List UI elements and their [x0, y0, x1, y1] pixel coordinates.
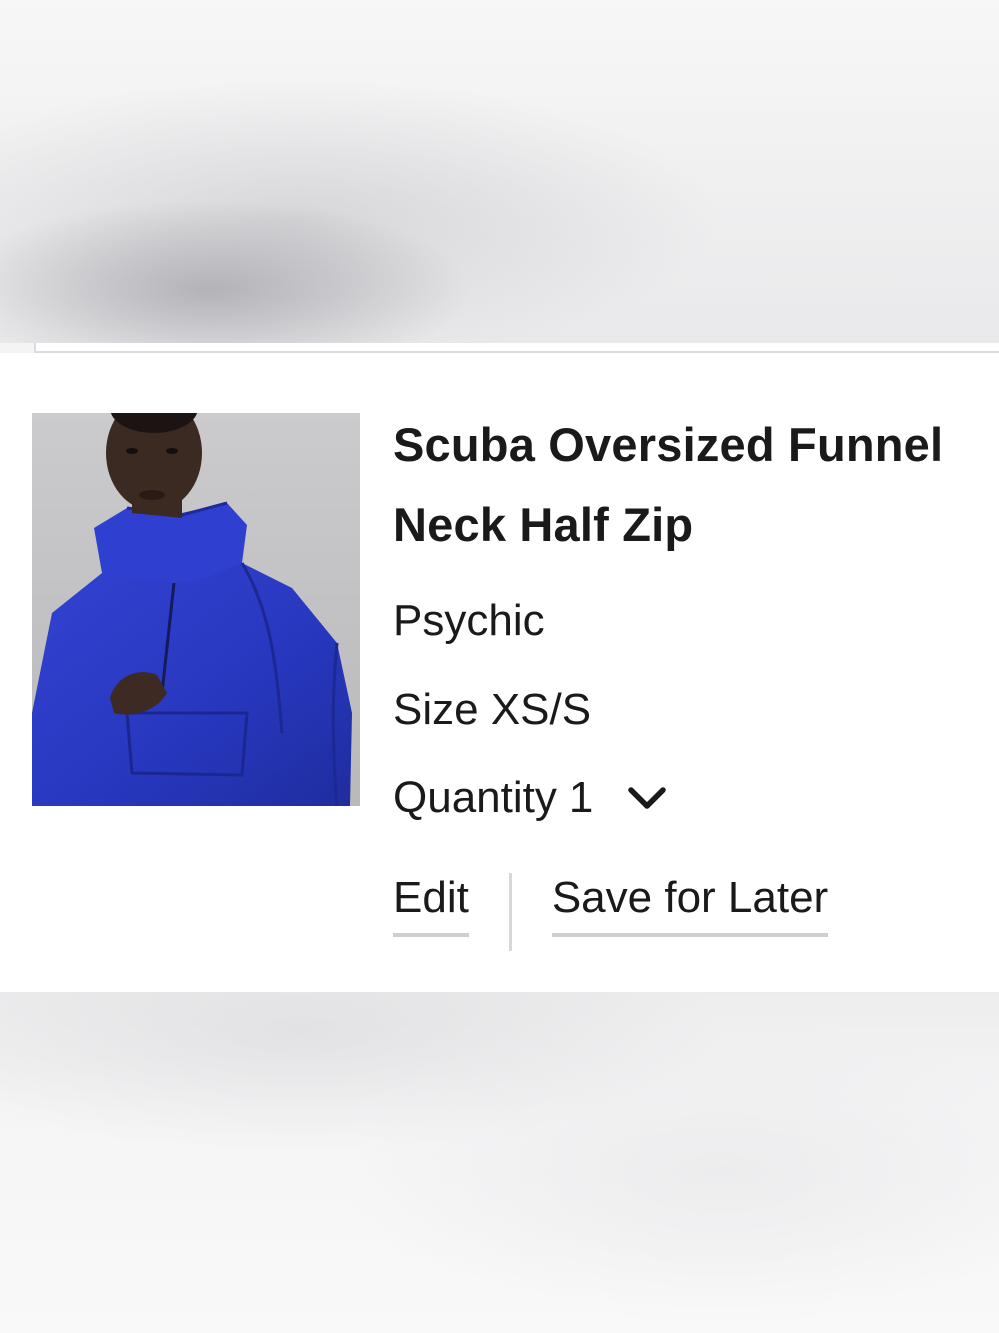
quantity-selector[interactable]: Quantity 1 [393, 772, 667, 824]
actions-divider [508, 873, 512, 951]
edit-link[interactable]: Edit [393, 869, 469, 937]
product-details: Scuba Oversized Funnel Neck Half Zip Psy… [393, 413, 993, 951]
save-for-later-link[interactable]: Save for Later [551, 869, 829, 937]
product-size: Size XS/S [393, 684, 591, 736]
blurred-background-bottom [0, 992, 999, 1333]
quantity-label: Quantity [393, 773, 557, 822]
blurred-background-top [0, 0, 999, 343]
item-actions: Edit Save for Later [393, 869, 829, 951]
chevron-down-icon[interactable] [627, 778, 667, 818]
card-top-edge [34, 343, 999, 353]
product-image[interactable] [32, 413, 360, 806]
size-label: Size [393, 685, 479, 734]
quantity-value: 1 [568, 773, 594, 822]
product-color: Psychic [393, 596, 545, 645]
size-value: XS/S [490, 685, 592, 734]
product-title[interactable]: Scuba Oversized Funnel Neck Half Zip [393, 405, 993, 565]
cart-item-card: Scuba Oversized Funnel Neck Half Zip Psy… [0, 353, 999, 992]
